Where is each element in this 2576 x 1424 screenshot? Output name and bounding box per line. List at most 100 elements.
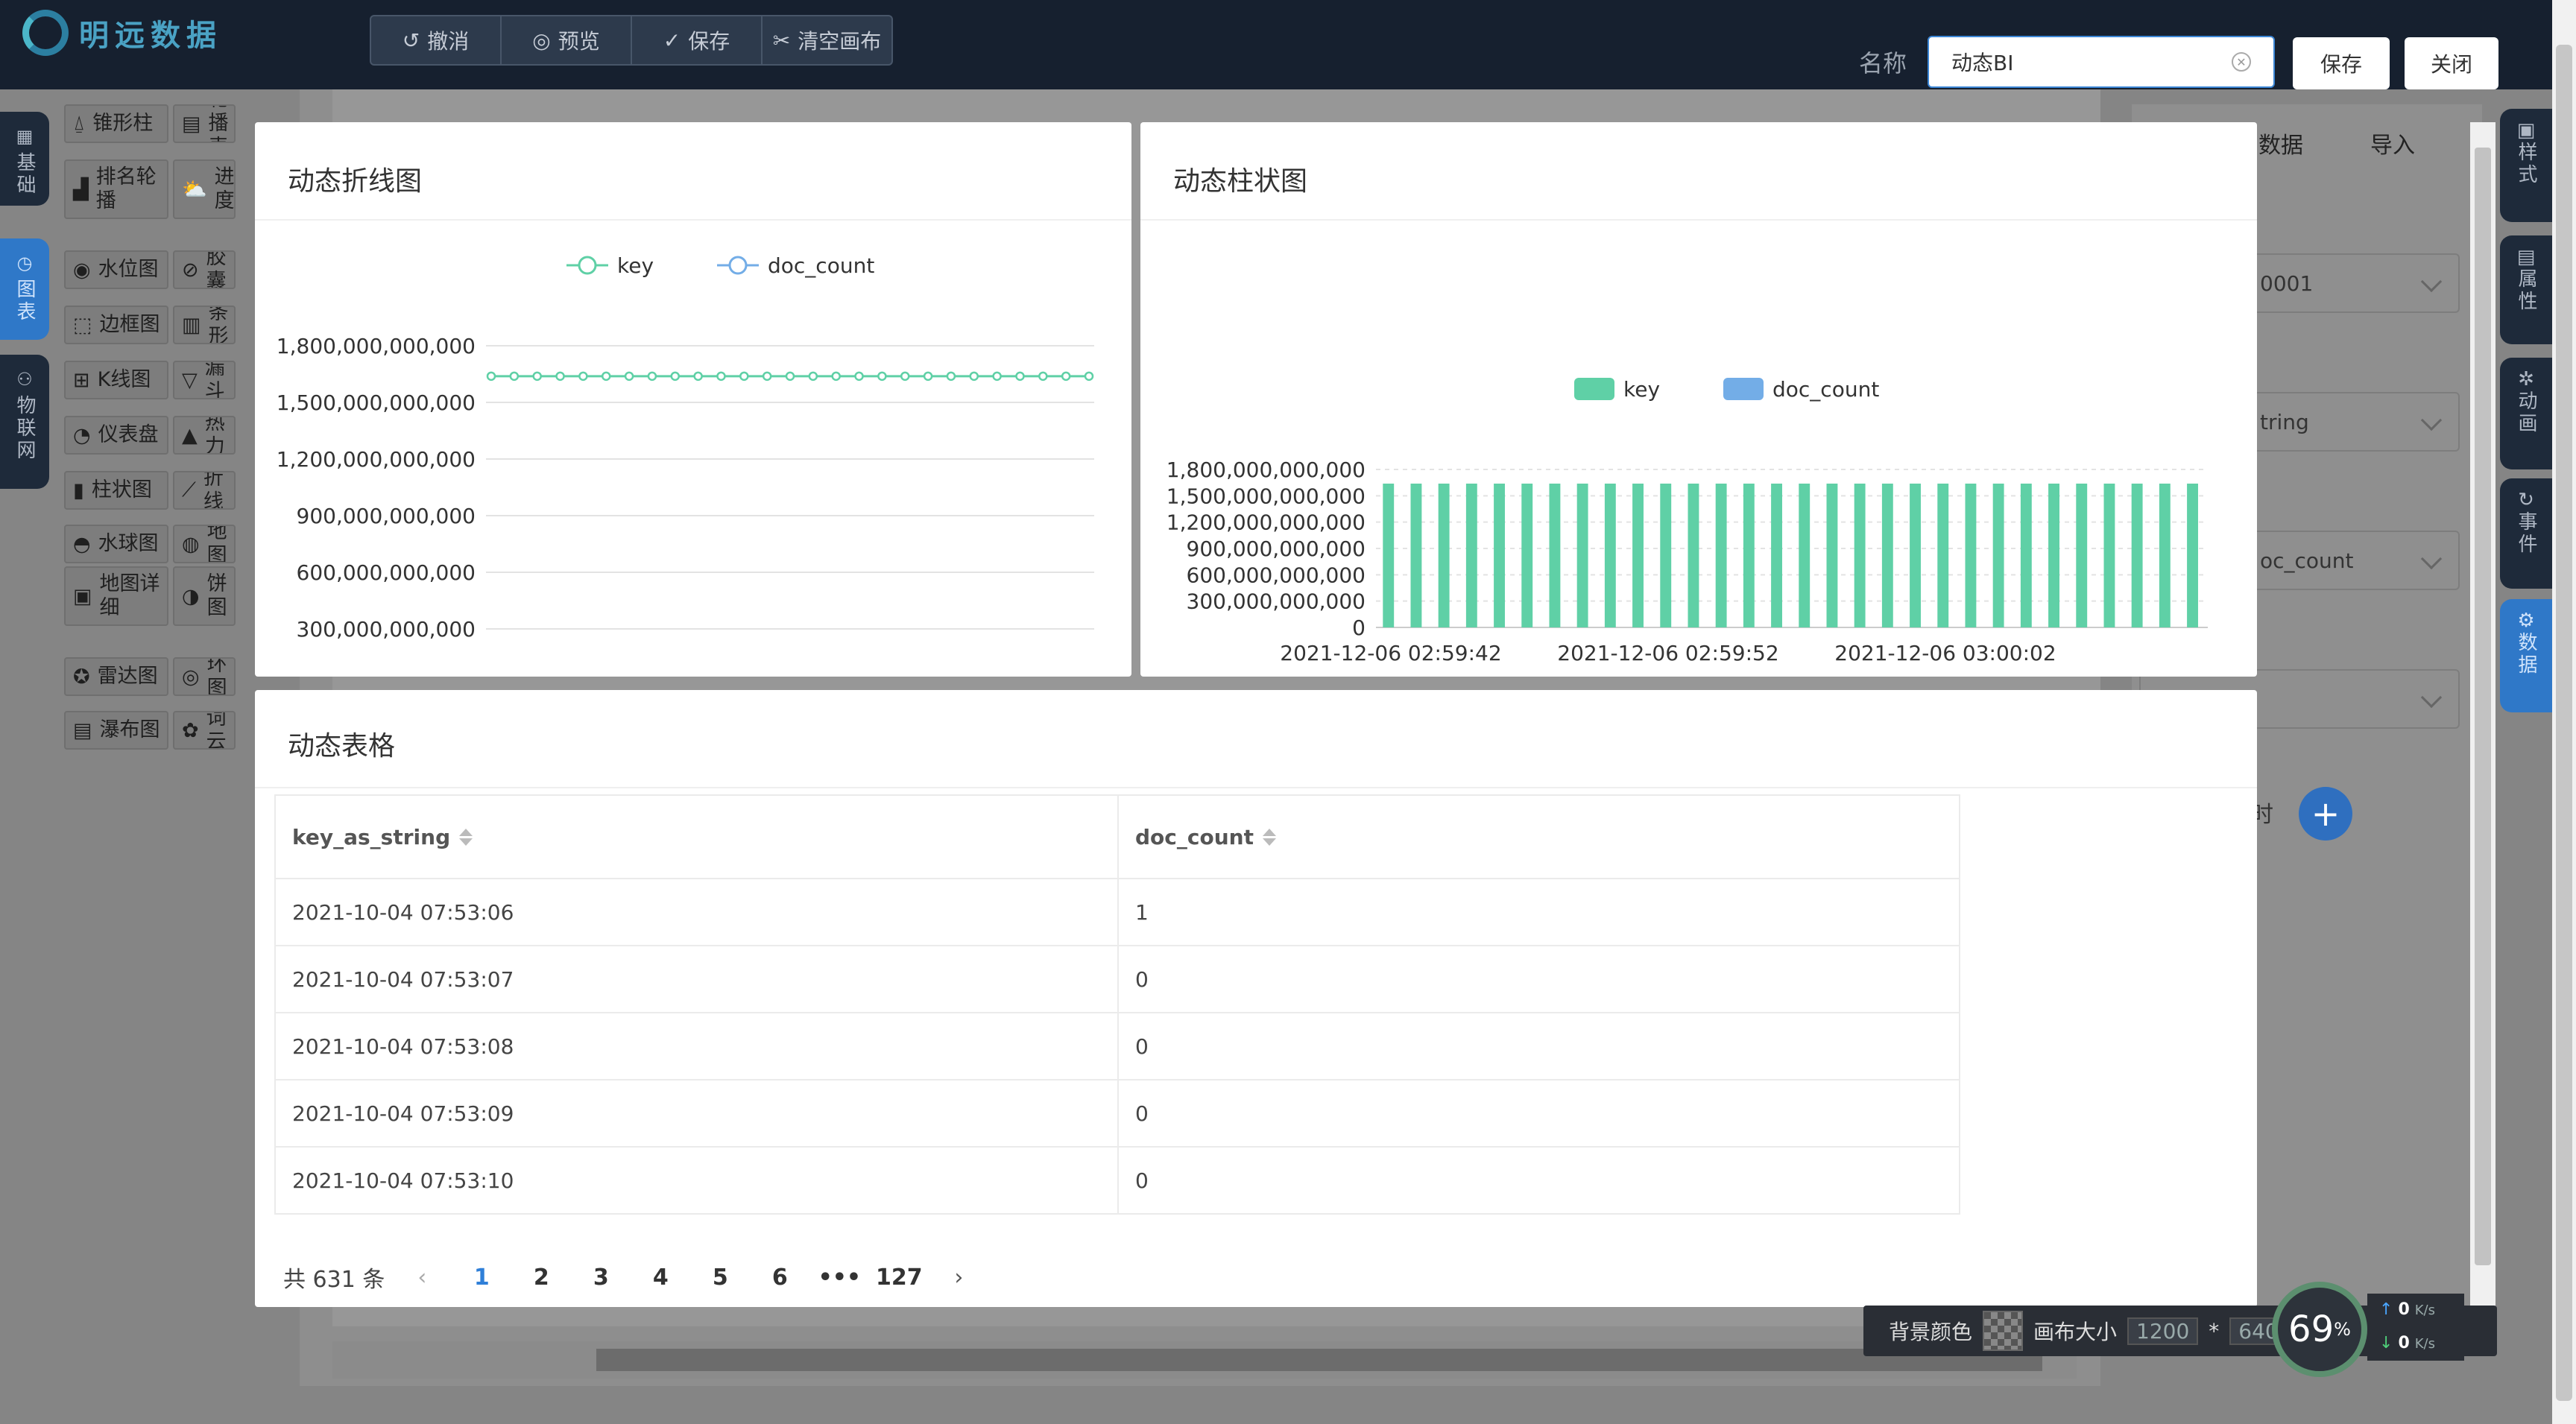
toolbar-button-1[interactable]: ◎ 预览 [502, 16, 632, 64]
data-point[interactable] [486, 371, 496, 382]
right-nav-item-3[interactable]: ↻ 事件 [2500, 478, 2552, 589]
bar-key[interactable] [1383, 483, 1395, 627]
right-nav-item-4[interactable]: ⚙ 数据 [2500, 599, 2552, 712]
clear-icon[interactable]: ✕ [2232, 52, 2251, 72]
performance-monitor[interactable]: 69% [2272, 1282, 2367, 1377]
bar-key[interactable] [1881, 483, 1893, 627]
data-point[interactable] [900, 371, 910, 382]
palette-item[interactable]: ⛅ 进度 [173, 159, 236, 219]
data-point[interactable] [969, 371, 979, 382]
bar-key[interactable] [2103, 483, 2115, 627]
palette-item[interactable]: ⍙ 锥形柱 [64, 104, 168, 143]
column-header-key_as_string[interactable]: key_as_string [276, 796, 1117, 878]
data-point[interactable] [624, 371, 634, 382]
data-point[interactable] [946, 371, 956, 382]
bar-key[interactable] [1937, 483, 1949, 627]
sort-icon[interactable] [459, 828, 473, 846]
bg-color-swatch[interactable] [1983, 1311, 2024, 1351]
data-point[interactable] [923, 371, 933, 382]
toolbar-button-3[interactable]: ✂ 清空画布 [763, 16, 891, 64]
bar-key[interactable] [1992, 483, 2004, 627]
palette-item[interactable]: ▟ 排名轮播 [64, 159, 168, 219]
data-point[interactable] [532, 371, 542, 382]
scrollbar-thumb[interactable] [2556, 45, 2572, 1401]
data-point[interactable] [854, 371, 864, 382]
panel-scrollbar[interactable] [2470, 122, 2496, 1307]
bar-key[interactable] [1965, 483, 1977, 627]
palette-item[interactable]: ✪ 雷达图 [64, 657, 168, 696]
page-button[interactable]: ••• [809, 1265, 869, 1291]
palette-item[interactable]: ◍ 地图 [173, 525, 236, 563]
add-button[interactable]: + [2299, 787, 2352, 841]
bar-key[interactable] [1521, 483, 1533, 627]
line-chart-card[interactable]: 动态折线图 keydoc_count0300,000,000,000600,00… [255, 122, 1131, 677]
palette-item[interactable]: ⊘ 胶囊 [173, 250, 236, 289]
bar-key[interactable] [2131, 483, 2143, 627]
scrollbar-thumb[interactable] [2475, 148, 2491, 1265]
page-button[interactable]: 1 [452, 1265, 511, 1291]
page-button[interactable]: 5 [690, 1265, 750, 1291]
table-row[interactable]: 2021-10-04 07:53:08 0 [276, 1012, 1959, 1079]
right-nav-item-1[interactable]: ▤ 属性 [2500, 235, 2552, 344]
data-point[interactable] [1061, 371, 1071, 382]
data-point[interactable] [762, 371, 772, 382]
scrollbar-thumb[interactable] [596, 1349, 2042, 1371]
bar-key[interactable] [1410, 483, 1422, 627]
bar-chart-card[interactable]: 动态柱状图 key doc_count 0 300,000,000,000 600,00… [1140, 122, 2257, 677]
data-point[interactable] [992, 371, 1002, 382]
canvas-width-input[interactable]: 1200 [2127, 1317, 2199, 1345]
data-point[interactable] [601, 371, 611, 382]
column-header-doc_count[interactable]: doc_count [1117, 796, 1959, 878]
page-button[interactable]: 6 [750, 1265, 809, 1291]
left-nav-item-1[interactable]: ◷ 图表 [0, 238, 49, 340]
bar-key[interactable] [1771, 483, 1782, 627]
palette-item[interactable]: ◔ 仪表盘 [64, 416, 168, 455]
page-button[interactable]: 127 [869, 1265, 929, 1291]
left-nav-item-0[interactable]: ▦ 基础 [0, 112, 49, 206]
page-button[interactable]: 4 [631, 1265, 690, 1291]
bar-key[interactable] [2020, 483, 2032, 627]
data-point[interactable] [739, 371, 749, 382]
data-point[interactable] [1015, 371, 1025, 382]
palette-item[interactable]: ⟋ 折线 [173, 471, 236, 510]
data-point[interactable] [555, 371, 565, 382]
bar-key[interactable] [1465, 483, 1477, 627]
bar-key[interactable] [1632, 483, 1644, 627]
page-scrollbar[interactable] [2552, 0, 2576, 1424]
table-row[interactable]: 2021-10-04 07:53:10 0 [276, 1146, 1959, 1213]
palette-item[interactable]: ◎ 环图 [173, 657, 236, 696]
close-button[interactable]: 关闭 [2405, 37, 2498, 89]
bar-key[interactable] [2048, 483, 2059, 627]
tab-import[interactable]: 导入 [2370, 127, 2415, 159]
data-point[interactable] [578, 371, 588, 382]
bar-key[interactable] [2187, 483, 2198, 627]
data-point[interactable] [1084, 371, 1094, 382]
bar-key[interactable] [1660, 483, 1672, 627]
palette-item[interactable]: ◓ 水球图 [64, 525, 168, 563]
bar-key[interactable] [1743, 483, 1755, 627]
bar-key[interactable] [1854, 483, 1866, 627]
data-point[interactable] [716, 371, 726, 382]
bar-key[interactable] [1438, 483, 1450, 627]
palette-item[interactable]: ◉ 水位图 [64, 250, 168, 289]
data-point[interactable] [509, 371, 520, 382]
palette-item[interactable]: ⬚ 边框图 [64, 306, 168, 344]
table-row[interactable]: 2021-10-04 07:53:06 1 [276, 878, 1959, 945]
bar-key[interactable] [1549, 483, 1561, 627]
data-point[interactable] [785, 371, 795, 382]
bar-key[interactable] [1688, 483, 1699, 627]
table-card[interactable]: 动态表格 key_as_string doc_count 2021-10-04 07… [255, 690, 2257, 1307]
save-button[interactable]: 保存 [2293, 37, 2390, 89]
data-point[interactable] [808, 371, 818, 382]
bar-key[interactable] [1826, 483, 1838, 627]
page-button[interactable]: 3 [571, 1265, 631, 1291]
prev-page-button[interactable]: ‹ [392, 1265, 452, 1291]
palette-item[interactable]: ▮ 柱状图 [64, 471, 168, 510]
palette-item[interactable]: ▤ 轮播表 [173, 104, 236, 143]
palette-item[interactable]: ⊞ K线图 [64, 361, 168, 399]
palette-item[interactable]: ▽ 漏斗 [173, 361, 236, 399]
palette-item[interactable]: ✿ 词云 [173, 711, 236, 750]
palette-item[interactable]: ▥ 条形 [173, 306, 236, 344]
data-point[interactable] [831, 371, 841, 382]
bar-key[interactable] [1576, 483, 1588, 627]
